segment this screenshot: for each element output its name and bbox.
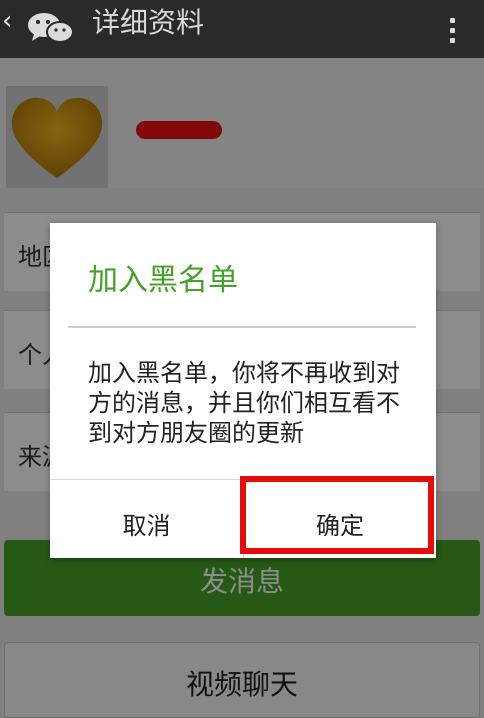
- title-bar: ‹ 详细资料: [0, 0, 484, 58]
- chevron-left-icon[interactable]: ‹: [2, 6, 12, 36]
- dialog-message: 加入黑名单，你将不再收到对方的消息，并且你们相互看不到对方朋友圈的更新: [88, 359, 400, 447]
- confirm-highlight-box: [240, 476, 434, 554]
- wechat-logo-icon: [28, 13, 74, 43]
- page-title: 详细资料: [92, 6, 205, 39]
- dialog-title: 加入黑名单: [88, 263, 238, 298]
- screen: ‹ 详细资料 地区 个人 来源 发消息 视频聊天 加入黑名单 加入黑名单，你将不…: [0, 0, 484, 718]
- dialog-divider: [68, 326, 416, 328]
- cancel-button[interactable]: 取消: [50, 480, 243, 558]
- more-vertical-icon[interactable]: [446, 14, 458, 46]
- cancel-label: 取消: [122, 512, 171, 540]
